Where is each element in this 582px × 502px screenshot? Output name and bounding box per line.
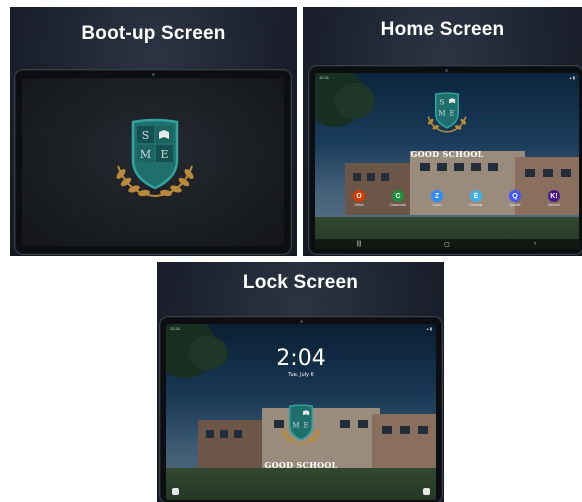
app-classroom[interactable]: C Classroom xyxy=(384,190,412,207)
front-camera xyxy=(152,73,155,76)
status-icons: ▴ ▮ xyxy=(569,75,575,80)
app-office[interactable]: O Office xyxy=(345,190,373,207)
lock-date: Tue, July 6 xyxy=(288,372,314,378)
lock-clock: 2:04 xyxy=(276,346,326,371)
lock-tablet: 12:31 ▴ ▮ 2:04 Tue, July 6 M E GOOD SCHO… xyxy=(159,316,443,502)
svg-text:M: M xyxy=(438,109,445,118)
app-label: Quizlet xyxy=(509,203,521,207)
school-crest-logo: S M E xyxy=(427,92,467,133)
classroom-icon[interactable]: C xyxy=(392,190,404,202)
kahoot-icon[interactable]: K! xyxy=(548,190,560,202)
home-screen: 12:31 ▴ ▮ S M E GOOD SCHOOL O Office C Clas… xyxy=(315,73,579,249)
app-label: Office xyxy=(354,203,364,207)
svg-text:E: E xyxy=(160,148,168,161)
app-kahoot[interactable]: K! Kahoot! xyxy=(540,190,568,207)
school-crest-logo: M E xyxy=(281,404,321,445)
svg-text:M: M xyxy=(140,148,151,161)
edmodo-icon[interactable]: E xyxy=(470,190,482,202)
status-time: 12:31 xyxy=(170,326,181,331)
recent-apps-icon[interactable]: ||| xyxy=(349,241,369,247)
app-label: Kahoot! xyxy=(547,203,561,207)
boot-screen: S M E xyxy=(22,78,284,246)
front-camera xyxy=(445,69,448,72)
office-icon[interactable]: O xyxy=(353,190,365,202)
lock-panel-title: Lock Screen xyxy=(242,272,359,293)
status-time: 12:31 xyxy=(319,75,330,80)
app-quizlet[interactable]: Q Quizlet xyxy=(501,190,529,207)
svg-text:S: S xyxy=(439,97,444,106)
app-label: Classroom xyxy=(389,203,407,207)
zoom-icon[interactable]: Z xyxy=(431,190,443,202)
lock-panel: Lock Screen 12:31 ▴ ▮ 2:04 Tue, July 6 M… xyxy=(157,262,444,502)
app-zoom[interactable]: Z Zoom xyxy=(423,190,451,207)
home-tablet: 12:31 ▴ ▮ S M E GOOD SCHOOL O Office C Clas… xyxy=(308,65,582,255)
app-label: Edmodo xyxy=(469,203,483,207)
back-button-icon[interactable]: ‹ xyxy=(525,241,545,247)
svg-text:S: S xyxy=(142,129,150,142)
navigation-bar: ||| ▢ ‹ xyxy=(315,239,579,249)
lock-screen: 12:31 ▴ ▮ 2:04 Tue, July 6 M E GOOD SCHO… xyxy=(166,324,436,500)
boot-panel-title: Boot-up Screen xyxy=(81,23,226,44)
boot-tablet: S M E xyxy=(14,69,292,255)
school-name: GOOD SCHOOL xyxy=(410,149,484,159)
svg-text:M: M xyxy=(292,421,299,430)
app-label: Zoom xyxy=(432,203,442,207)
school-name: GOOD SCHOOL xyxy=(264,460,338,470)
school-crest-logo: S M E xyxy=(116,118,194,198)
quizlet-icon[interactable]: Q xyxy=(509,190,521,202)
phone-shortcut-icon[interactable] xyxy=(172,488,179,495)
home-panel: Home Screen 12:31 ▴ ▮ S M E GOOD SCHOOL … xyxy=(303,7,582,256)
boot-panel: Boot-up Screen S M E xyxy=(10,7,297,256)
svg-text:E: E xyxy=(450,109,455,118)
camera-shortcut-icon[interactable] xyxy=(423,488,430,495)
svg-text:E: E xyxy=(304,421,309,430)
app-edmodo[interactable]: E Edmodo xyxy=(462,190,490,207)
home-button-icon[interactable]: ▢ xyxy=(437,241,457,248)
status-icons: ▴ ▮ xyxy=(426,326,432,331)
home-panel-title: Home Screen xyxy=(380,19,505,40)
front-camera xyxy=(300,320,303,323)
